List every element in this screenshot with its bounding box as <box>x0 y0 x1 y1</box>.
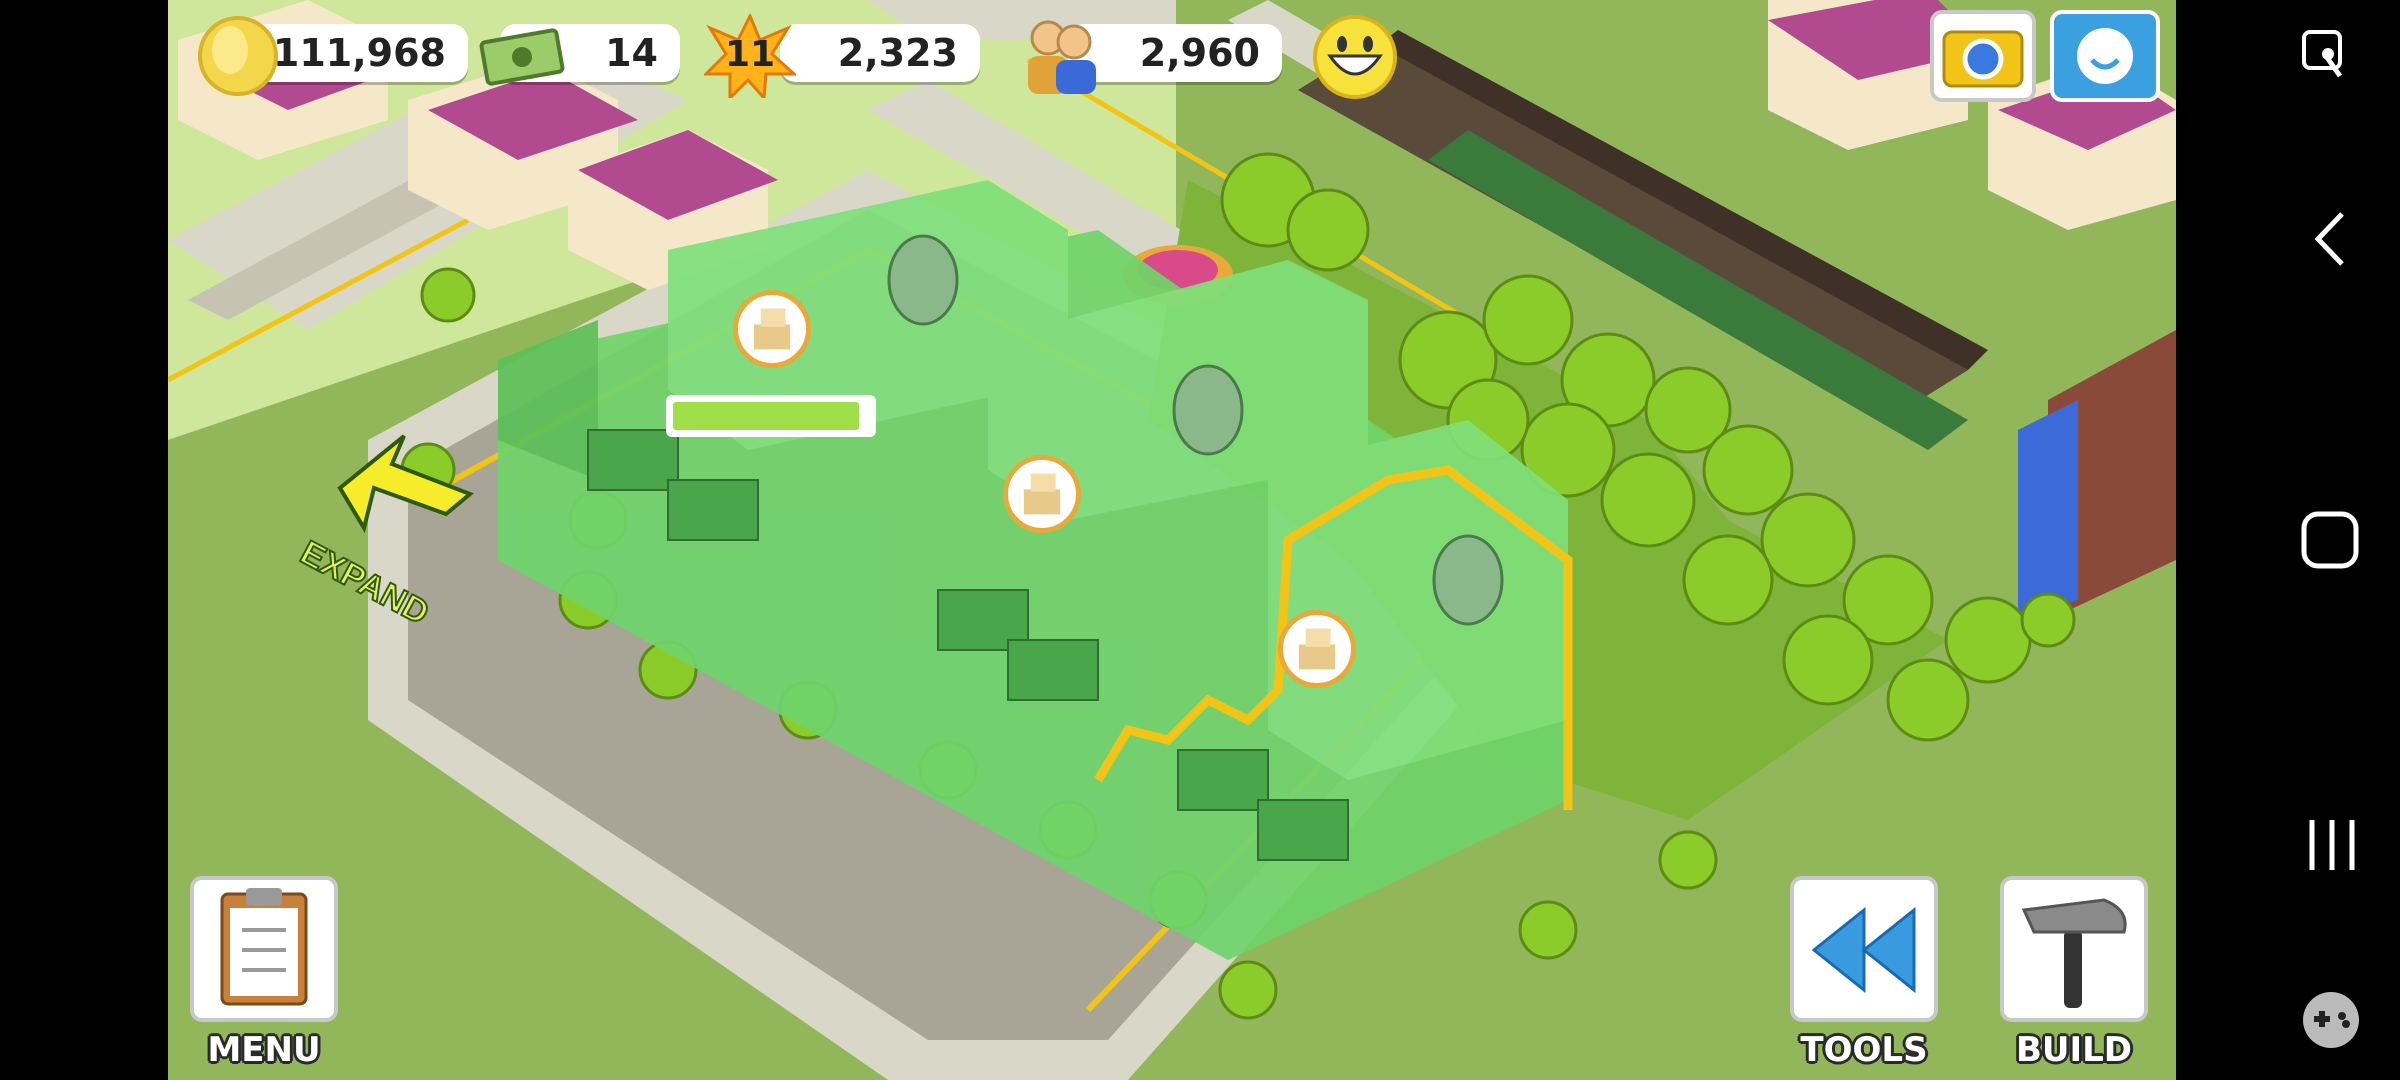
xp-counter: 2,323 <box>780 24 980 82</box>
accessibility-icon[interactable] <box>2300 28 2356 88</box>
population-value: 2,960 <box>1139 31 1260 75</box>
rewind-icon <box>1811 906 1916 994</box>
build-progress-bar <box>666 395 876 437</box>
clipboard-icon <box>220 888 308 1006</box>
share-button[interactable] <box>2050 10 2160 102</box>
level-value: 11 <box>724 34 776 75</box>
system-nav-bar <box>2176 0 2400 1080</box>
level-star-icon: 11 <box>704 14 796 98</box>
build-label: BUILD <box>2015 1030 2133 1070</box>
happy-face-icon <box>1313 15 1397 99</box>
package-ready-icon[interactable] <box>733 290 811 368</box>
camera-button[interactable] <box>1930 10 2036 102</box>
recent-apps-icon[interactable] <box>2304 816 2360 874</box>
tools-button[interactable] <box>1790 876 1938 1022</box>
hammer-icon <box>2021 898 2127 1008</box>
share-icon <box>2077 28 2133 84</box>
xp-value: 2,323 <box>837 31 958 75</box>
home-icon[interactable] <box>2300 510 2360 570</box>
back-icon[interactable] <box>2308 208 2352 270</box>
tools-label: TOOLS <box>1800 1030 1928 1070</box>
menu-button[interactable] <box>190 876 338 1022</box>
build-button[interactable] <box>2000 876 2148 1022</box>
build-progress-fill <box>673 402 859 430</box>
menu-label: MENU <box>207 1030 321 1070</box>
cash-value: 14 <box>605 31 658 75</box>
population-icon <box>1028 20 1096 94</box>
package-ready-icon[interactable] <box>1278 610 1356 688</box>
coins-value: 111,968 <box>272 31 446 75</box>
coin-icon <box>198 16 278 96</box>
camera-icon <box>1942 30 2024 88</box>
gamepad-icon[interactable] <box>2298 990 2364 1050</box>
package-ready-icon[interactable] <box>1003 455 1081 533</box>
cash-icon <box>479 28 565 86</box>
